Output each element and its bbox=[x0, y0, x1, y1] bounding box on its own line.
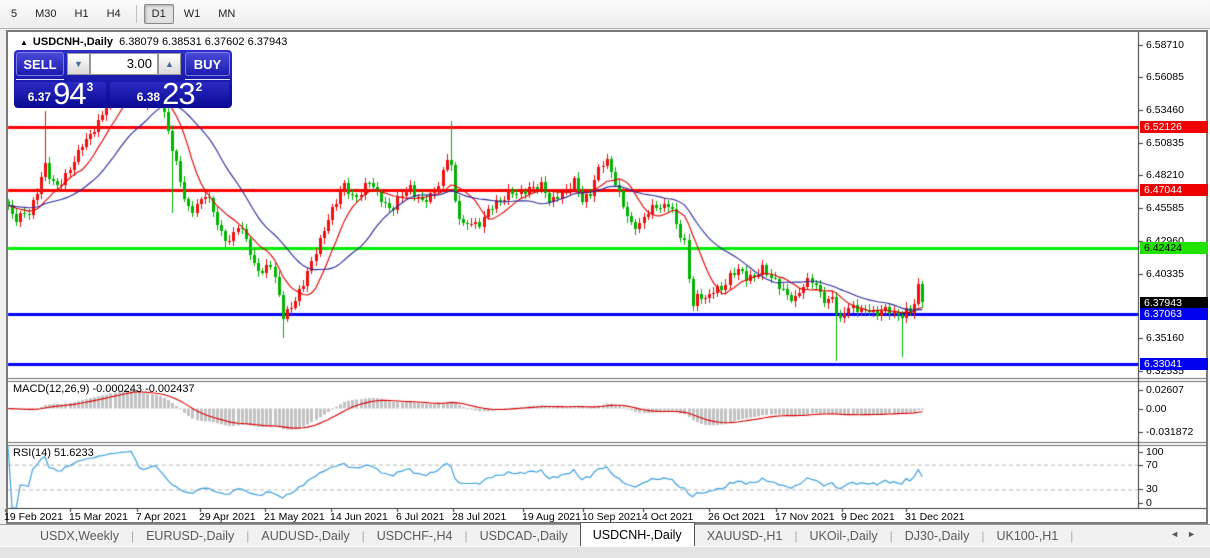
spin-up-icon: ▲ bbox=[165, 59, 174, 69]
buy-price-superscript: 2 bbox=[195, 80, 203, 94]
buy-button[interactable]: BUY bbox=[185, 52, 230, 76]
price-tick-label: 6.48210 bbox=[1146, 169, 1184, 182]
price-level-badge: 6.33041 bbox=[1140, 358, 1208, 371]
timeframe-button-5[interactable]: 5 bbox=[3, 4, 25, 24]
tab-uk100-h1[interactable]: UK100-,H1 bbox=[984, 527, 1070, 545]
price-tick-label: 6.50835 bbox=[1146, 136, 1184, 149]
ohlc-values: 6.38079 6.38531 6.37602 6.37943 bbox=[119, 36, 288, 48]
time-tick-label: 29 Apr 2021 bbox=[199, 511, 256, 523]
timeframe-button-w1[interactable]: W1 bbox=[176, 4, 209, 24]
time-tick-label: 19 Aug 2021 bbox=[522, 511, 581, 523]
timeframe-button-h1[interactable]: H1 bbox=[67, 4, 97, 24]
rsi-scale-label: 70 bbox=[1146, 458, 1158, 471]
price-tick-label: 6.56085 bbox=[1146, 71, 1184, 84]
collapse-panel-icon[interactable]: ▲ bbox=[20, 38, 28, 47]
time-tick-label: 19 Feb 2021 bbox=[4, 511, 63, 523]
tab-audusd-daily[interactable]: AUDUSD-,Daily bbox=[249, 527, 361, 545]
tab-xauusd-h1[interactable]: XAUUSD-,H1 bbox=[695, 527, 795, 545]
sell-price-display[interactable]: 6.37 94 3 bbox=[15, 76, 106, 111]
trade-panel-top-row: SELL ▼ 3.00 ▲ BUY bbox=[15, 52, 231, 77]
rsi-scale-label: 100 bbox=[1146, 446, 1164, 458]
rsi-indicator-label: RSI(14) 51.6233 bbox=[13, 447, 94, 459]
buy-price-digits: 23 bbox=[162, 76, 195, 111]
tab-dj30-daily[interactable]: DJ30-,Daily bbox=[893, 527, 982, 545]
buy-price-display[interactable]: 6.38 23 2 bbox=[110, 76, 229, 111]
macd-scale-label: -0.031872 bbox=[1146, 426, 1194, 438]
tab-usdcad-daily[interactable]: USDCAD-,Daily bbox=[468, 527, 580, 545]
time-tick-label: 7 Apr 2021 bbox=[136, 511, 187, 523]
macd-scale-label: 0.02607 bbox=[1146, 384, 1184, 396]
volume-decrement-button[interactable]: ▼ bbox=[67, 53, 90, 75]
price-tick-label: 6.40335 bbox=[1146, 267, 1184, 280]
time-tick-label: 15 Mar 2021 bbox=[69, 511, 128, 523]
chart-title: ▲ USDCNH-,Daily 6.38079 6.38531 6.37602 6… bbox=[20, 36, 287, 48]
macd-scale-label: 0.00 bbox=[1146, 402, 1167, 415]
sell-price-prefix: 6.37 bbox=[27, 90, 52, 104]
toolbar-separator bbox=[135, 5, 137, 23]
time-tick-label: 28 Jul 2021 bbox=[452, 511, 507, 523]
rsi-scale-label: 0 bbox=[1146, 497, 1152, 509]
tab-scroll-left-icon[interactable]: ◄ bbox=[1170, 529, 1187, 539]
chart-tab-bar: USDX,Weekly | EURUSD-,Daily | AUDUSD-,Daily |… bbox=[0, 522, 1210, 548]
rsi-scale-label: 30 bbox=[1146, 483, 1158, 496]
tab-usdcnh-daily[interactable]: USDCNH-,Daily bbox=[579, 522, 695, 548]
symbol-period-label: USDCNH-,Daily bbox=[32, 36, 113, 48]
sell-price-digits: 94 bbox=[53, 76, 86, 111]
price-tick-label: 6.35160 bbox=[1146, 332, 1184, 344]
tab-usdchf-h4[interactable]: USDCHF-,H4 bbox=[365, 527, 465, 545]
timeframe-button-mn[interactable]: MN bbox=[210, 4, 243, 24]
time-tick-label: 26 Oct 2021 bbox=[708, 511, 766, 523]
price-level-badge: 6.52126 bbox=[1140, 120, 1208, 133]
spin-down-icon: ▼ bbox=[74, 59, 83, 69]
tab-eurusd-daily[interactable]: EURUSD-,Daily bbox=[134, 527, 246, 545]
price-level-badge: 6.47044 bbox=[1140, 183, 1208, 196]
time-tick-label: 21 May 2021 bbox=[264, 511, 325, 523]
time-tick-label: 17 Nov 2021 bbox=[775, 511, 835, 523]
time-tick-label: 14 Jun 2021 bbox=[330, 511, 388, 523]
price-tick-label: 6.45585 bbox=[1146, 202, 1184, 215]
timeframe-button-m30[interactable]: M30 bbox=[27, 4, 64, 24]
status-strip bbox=[0, 546, 1210, 558]
sell-button[interactable]: SELL bbox=[16, 52, 64, 76]
sell-price-superscript: 3 bbox=[86, 80, 94, 94]
price-level-badge: 6.42424 bbox=[1140, 241, 1208, 254]
timeframe-toolbar: 5 M30 H1 H4 D1 W1 MN bbox=[0, 0, 1210, 29]
macd-indicator-label: MACD(12,26,9) -0.000243 -0.002437 bbox=[13, 383, 195, 395]
time-tick-label: 9 Dec 2021 bbox=[841, 511, 895, 523]
timeframe-button-h4[interactable]: H4 bbox=[99, 4, 129, 24]
tab-divider: | bbox=[1070, 528, 1074, 543]
tab-scroll-right-icon[interactable]: ► bbox=[1187, 529, 1204, 539]
price-tick-label: 6.53460 bbox=[1146, 104, 1184, 117]
time-tick-label: 31 Dec 2021 bbox=[905, 511, 965, 523]
time-tick-label: 6 Jul 2021 bbox=[396, 511, 445, 523]
one-click-trading-panel: SELL ▼ 3.00 ▲ BUY 6.37 94 3 6.38 23 2 bbox=[14, 50, 232, 111]
volume-input[interactable]: 3.00 bbox=[90, 53, 158, 75]
tab-scroll-arrows: ◄► bbox=[1170, 529, 1204, 539]
timeframe-button-d1[interactable]: D1 bbox=[143, 4, 174, 24]
buy-price-prefix: 6.38 bbox=[136, 90, 161, 104]
volume-increment-button[interactable]: ▲ bbox=[158, 53, 181, 75]
price-level-badge: 6.37063 bbox=[1140, 308, 1208, 321]
tab-usdx-weekly[interactable]: USDX,Weekly bbox=[28, 527, 131, 545]
price-tick-label: 6.58710 bbox=[1146, 38, 1184, 51]
tab-ukoil-daily[interactable]: UKOil-,Daily bbox=[798, 527, 890, 545]
